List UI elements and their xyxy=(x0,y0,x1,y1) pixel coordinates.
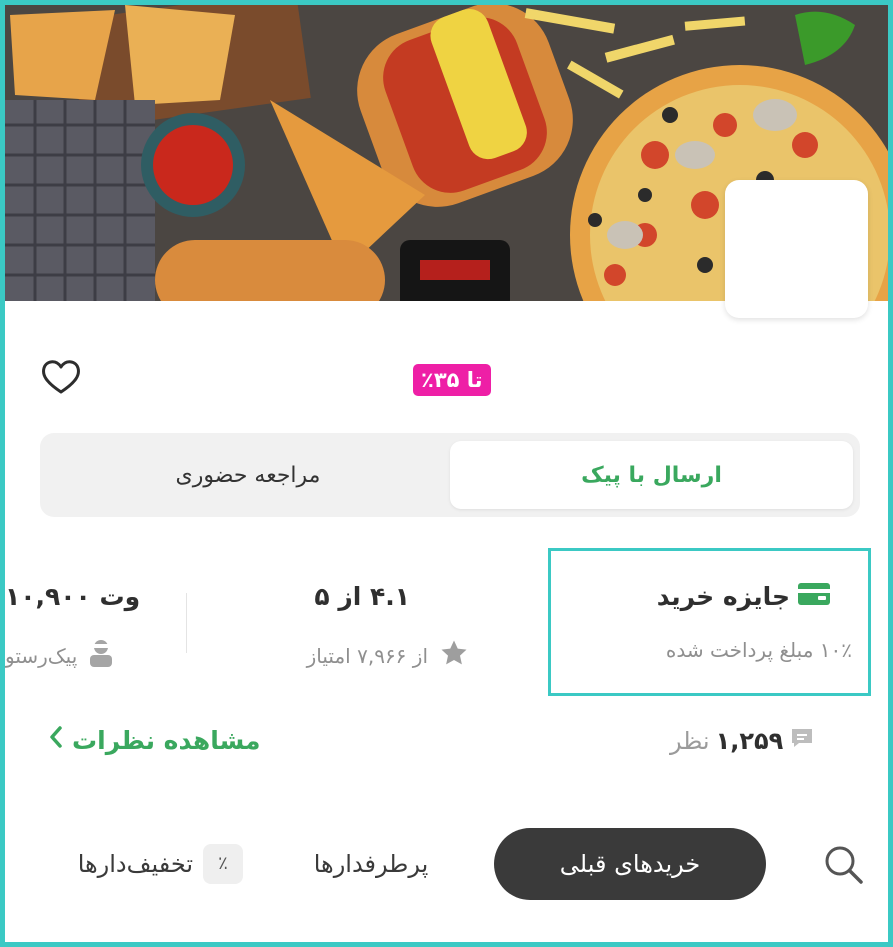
delivery-fee-info: ۱۰,۹۰۰ تو پیک‌رستو xyxy=(0,560,140,680)
rating-subtitle: از ۷,۹۶۶ امتیاز xyxy=(306,643,428,668)
tab-discounted-label: تخفیف‌دارها xyxy=(77,850,193,878)
info-divider xyxy=(186,593,187,653)
reviews-count-number: ۱,۲۵۹ xyxy=(715,727,784,755)
tab-discounted[interactable]: ٪ تخفیف‌دارها xyxy=(18,828,243,900)
see-reviews-label: مشاهده نظرات xyxy=(72,725,261,755)
percent-chip: ٪ xyxy=(203,844,243,884)
delivery-option-courier[interactable]: ارسال با پیک xyxy=(450,441,853,509)
delivery-option-pickup[interactable]: مراجعه حضوری xyxy=(48,441,448,509)
reviews-count-suffix: نظر xyxy=(670,727,710,755)
delivery-mode-toggle: ارسال با پیک مراجعه حضوری xyxy=(40,433,860,517)
comment-icon xyxy=(789,726,815,756)
restaurant-logo xyxy=(725,180,868,318)
wallet-icon xyxy=(798,582,830,611)
category-tabs: خریدهای قبلی پرطرفدارها ٪ تخفیف‌دارها xyxy=(0,828,893,908)
reward-title: جایزه خرید xyxy=(656,582,790,611)
rating-title: ۴.۱ از ۵ xyxy=(314,582,410,611)
courier-icon xyxy=(87,638,115,673)
heart-icon[interactable] xyxy=(40,357,82,397)
search-icon[interactable] xyxy=(818,828,868,900)
star-icon xyxy=(438,638,470,673)
reward-subtitle: ۱۰٪ مبلغ پرداخت شده xyxy=(665,638,852,662)
delivery-fee-subtitle: پیک‌رستو xyxy=(5,643,78,668)
reward-card[interactable] xyxy=(548,548,871,696)
reviews-count: ۱,۲۵۹ نظر xyxy=(670,726,815,756)
chevron-left-icon xyxy=(48,725,64,755)
see-reviews-link[interactable]: مشاهده نظرات xyxy=(48,725,261,755)
tab-previous-orders[interactable]: خریدهای قبلی xyxy=(494,828,766,900)
tab-popular[interactable]: پرطرفدارها xyxy=(296,828,446,900)
delivery-fee-title: ۱۰,۹۰۰ تو xyxy=(5,582,140,611)
discount-badge: تا ۳۵٪ xyxy=(413,364,491,396)
